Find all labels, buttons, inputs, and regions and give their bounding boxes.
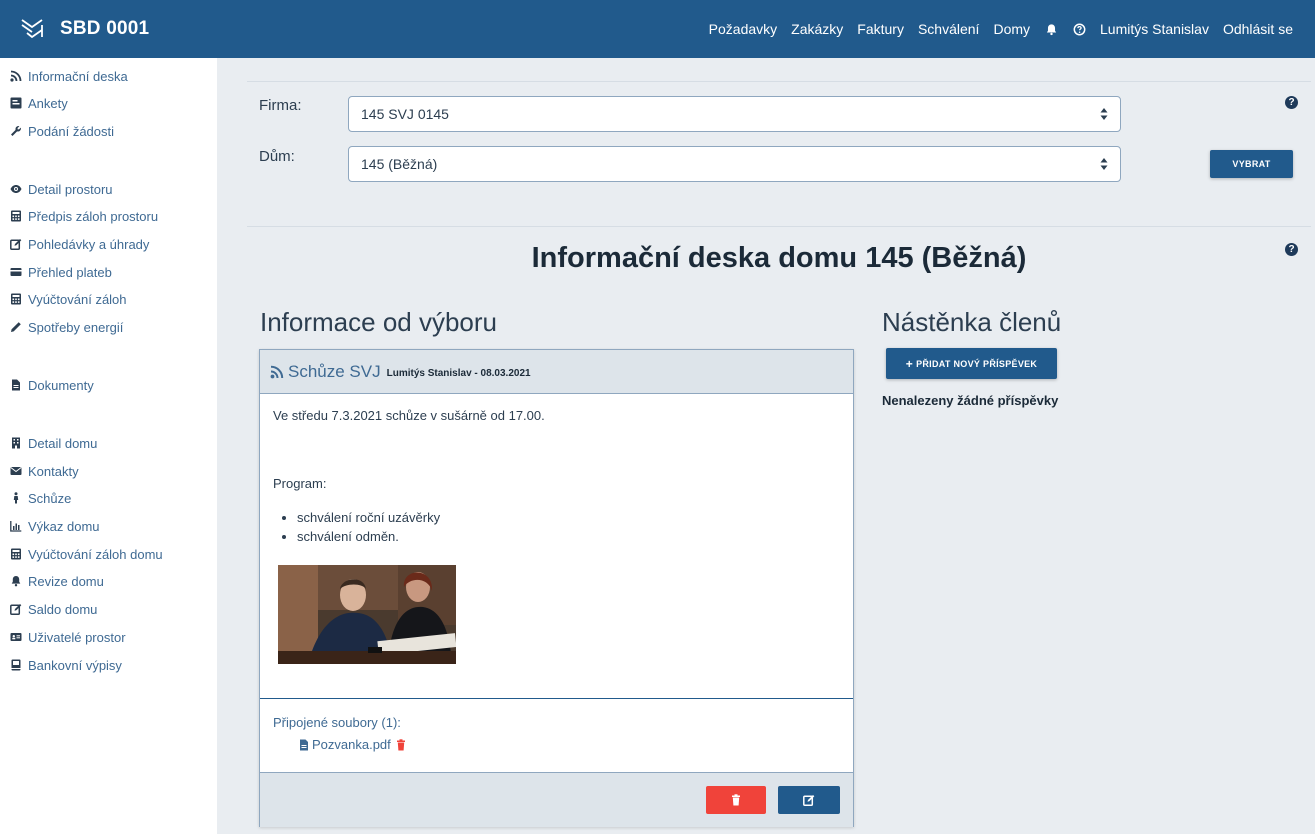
sidebar-item-prehled-plateb[interactable]: Přehled plateb [10, 262, 112, 282]
filter-panel: Firma: 145 SVJ 0145 Dům: 145 (Běžná) VYB… [247, 81, 1311, 212]
sidebar: Informační deska Ankety Podání žádosti D… [0, 58, 217, 834]
app-title: SBD 0001 [60, 18, 150, 39]
sidebar-item-podani-zadosti[interactable]: Podání žádosti [10, 121, 114, 141]
building-icon [10, 437, 22, 449]
sidebar-item-informacni-deska[interactable]: Informační deska [10, 66, 128, 86]
sidebar-item-vyuctovani-zaloh[interactable]: Vyúčtování záloh [10, 289, 127, 309]
nav-domy[interactable]: Domy [993, 21, 1030, 37]
attached-files-label: Připojené soubory (1): [273, 715, 401, 730]
pencil-icon [10, 321, 22, 333]
edit-post-button[interactable] [778, 786, 840, 814]
dum-label: Dům: [259, 148, 295, 165]
sidebar-item-saldo-domu[interactable]: Saldo domu [10, 599, 97, 619]
book-icon [10, 659, 22, 671]
plus-icon: + [905, 356, 914, 371]
calculator-icon [10, 210, 22, 222]
wrench-icon [10, 125, 22, 137]
bell-icon [1044, 22, 1058, 36]
post-card: Schůze SVJ Lumitýs Stanislav - 08.03.202… [259, 349, 854, 827]
sidebar-item-predpis-zaloh-prostoru[interactable]: Předpis záloh prostoru [10, 206, 158, 226]
help-icon[interactable]: ? [1285, 96, 1298, 109]
pdf-file-icon [300, 739, 308, 750]
sidebar-item-pohledavky-a-uhrady[interactable]: Pohledávky a úhrady [10, 234, 149, 254]
nav-schvaleni[interactable]: Schválení [918, 21, 979, 37]
post-photo[interactable] [278, 565, 456, 664]
members-section-title: Nástěnka členů [882, 307, 1062, 337]
eye-icon [10, 183, 22, 195]
sidebar-item-spotreby-energii[interactable]: Spotřeby energií [10, 317, 123, 337]
nav-faktury[interactable]: Faktury [857, 21, 904, 37]
sidebar-item-bankovni-vypisy[interactable]: Bankovní výpisy [10, 655, 122, 675]
dum-select[interactable]: 145 (Běžná) [348, 146, 1121, 182]
program-list: schválení roční uzávěrky schválení odměn… [297, 508, 440, 546]
page-title: Informační deska domu 145 (Běžná) [531, 242, 1027, 274]
bar-chart-icon [10, 520, 22, 532]
nav-zakazky[interactable]: Zakázky [791, 21, 843, 37]
calculator-icon [10, 548, 22, 560]
help-button[interactable] [1072, 22, 1086, 36]
top-navbar: SBD 0001 Požadavky Zakázky Faktury Schvá… [0, 0, 1315, 58]
attached-files: Připojené soubory (1): Pozvanka.pdf [260, 698, 853, 772]
file-name: Pozvanka.pdf [312, 737, 391, 752]
sidebar-item-kontakty[interactable]: Kontakty [10, 461, 79, 481]
firma-label: Firma: [259, 97, 302, 114]
sort-caret-icon [1100, 158, 1108, 170]
sidebar-item-revize-domu[interactable]: Revize domu [10, 571, 104, 591]
logo-icon [21, 19, 43, 39]
edit-icon [10, 238, 22, 250]
file-link[interactable]: Pozvanka.pdf [299, 737, 409, 752]
post-text: Ve středu 7.3.2021 schůze v sušárně od 1… [273, 408, 545, 423]
logout-link[interactable]: Odhlásit se [1223, 21, 1293, 37]
envelope-icon [10, 465, 22, 477]
program-label: Program: [273, 476, 327, 491]
post-card-footer [260, 772, 853, 827]
top-nav: Požadavky Zakázky Faktury Schválení Domy… [695, 0, 1293, 58]
sidebar-item-vykaz-domu[interactable]: Výkaz domu [10, 516, 100, 536]
list-item: schválení odměn. [297, 527, 440, 546]
user-menu[interactable]: Lumitýs Stanislav [1100, 21, 1209, 37]
sidebar-item-schuze[interactable]: Schůze [10, 488, 71, 508]
rss-icon [270, 365, 284, 378]
post-card-header: Schůze SVJ Lumitýs Stanislav - 08.03.202… [260, 350, 853, 394]
question-circle-icon [1072, 22, 1086, 36]
credit-card-icon [10, 266, 22, 278]
brand[interactable]: SBD 0001 [0, 15, 149, 43]
notifications-button[interactable] [1044, 22, 1058, 36]
select-button[interactable]: VYBRAT [1210, 150, 1293, 178]
dum-select-value: 145 (Běžná) [361, 156, 438, 172]
edit-icon [803, 795, 815, 806]
sidebar-item-detail-domu[interactable]: Detail domu [10, 433, 97, 453]
delete-post-button[interactable] [706, 786, 766, 814]
poll-icon [10, 97, 22, 109]
main-panel: Informační deska domu 145 (Běžná) ? Info… [247, 226, 1311, 834]
sidebar-item-dokumenty[interactable]: Dokumenty [10, 375, 94, 395]
post-title: Schůze SVJ [288, 361, 381, 381]
list-item: schválení roční uzávěrky [297, 508, 440, 527]
file-icon [10, 379, 22, 391]
rss-icon [10, 70, 22, 82]
firma-select-value: 145 SVJ 0145 [361, 106, 449, 122]
nav-pozadavky[interactable]: Požadavky [709, 21, 777, 37]
trash-icon [732, 794, 740, 806]
add-post-button[interactable]: + PŘIDAT NOVÝ PŘÍSPĚVEK [886, 348, 1057, 379]
no-posts-message: Nenalezeny žádné příspěvky [882, 393, 1059, 408]
sidebar-item-uzivatele-prostor[interactable]: Uživatelé prostor [10, 627, 126, 647]
sidebar-item-vyuctovani-zaloh-domu[interactable]: Vyúčtování záloh domu [10, 544, 163, 564]
committee-section-title: Informace od výboru [260, 307, 498, 337]
id-card-icon [10, 631, 22, 643]
sidebar-item-detail-prostoru[interactable]: Detail prostoru [10, 179, 113, 199]
bell-icon [10, 575, 22, 587]
firma-select[interactable]: 145 SVJ 0145 [348, 96, 1121, 132]
sort-caret-icon [1100, 108, 1108, 120]
person-icon [10, 492, 22, 504]
trash-icon[interactable] [396, 738, 406, 751]
edit-icon [10, 603, 22, 615]
help-icon[interactable]: ? [1285, 243, 1298, 256]
sidebar-item-ankety[interactable]: Ankety [10, 93, 68, 113]
calculator-icon [10, 293, 22, 305]
post-meta: Lumitýs Stanislav - 08.03.2021 [386, 368, 531, 379]
